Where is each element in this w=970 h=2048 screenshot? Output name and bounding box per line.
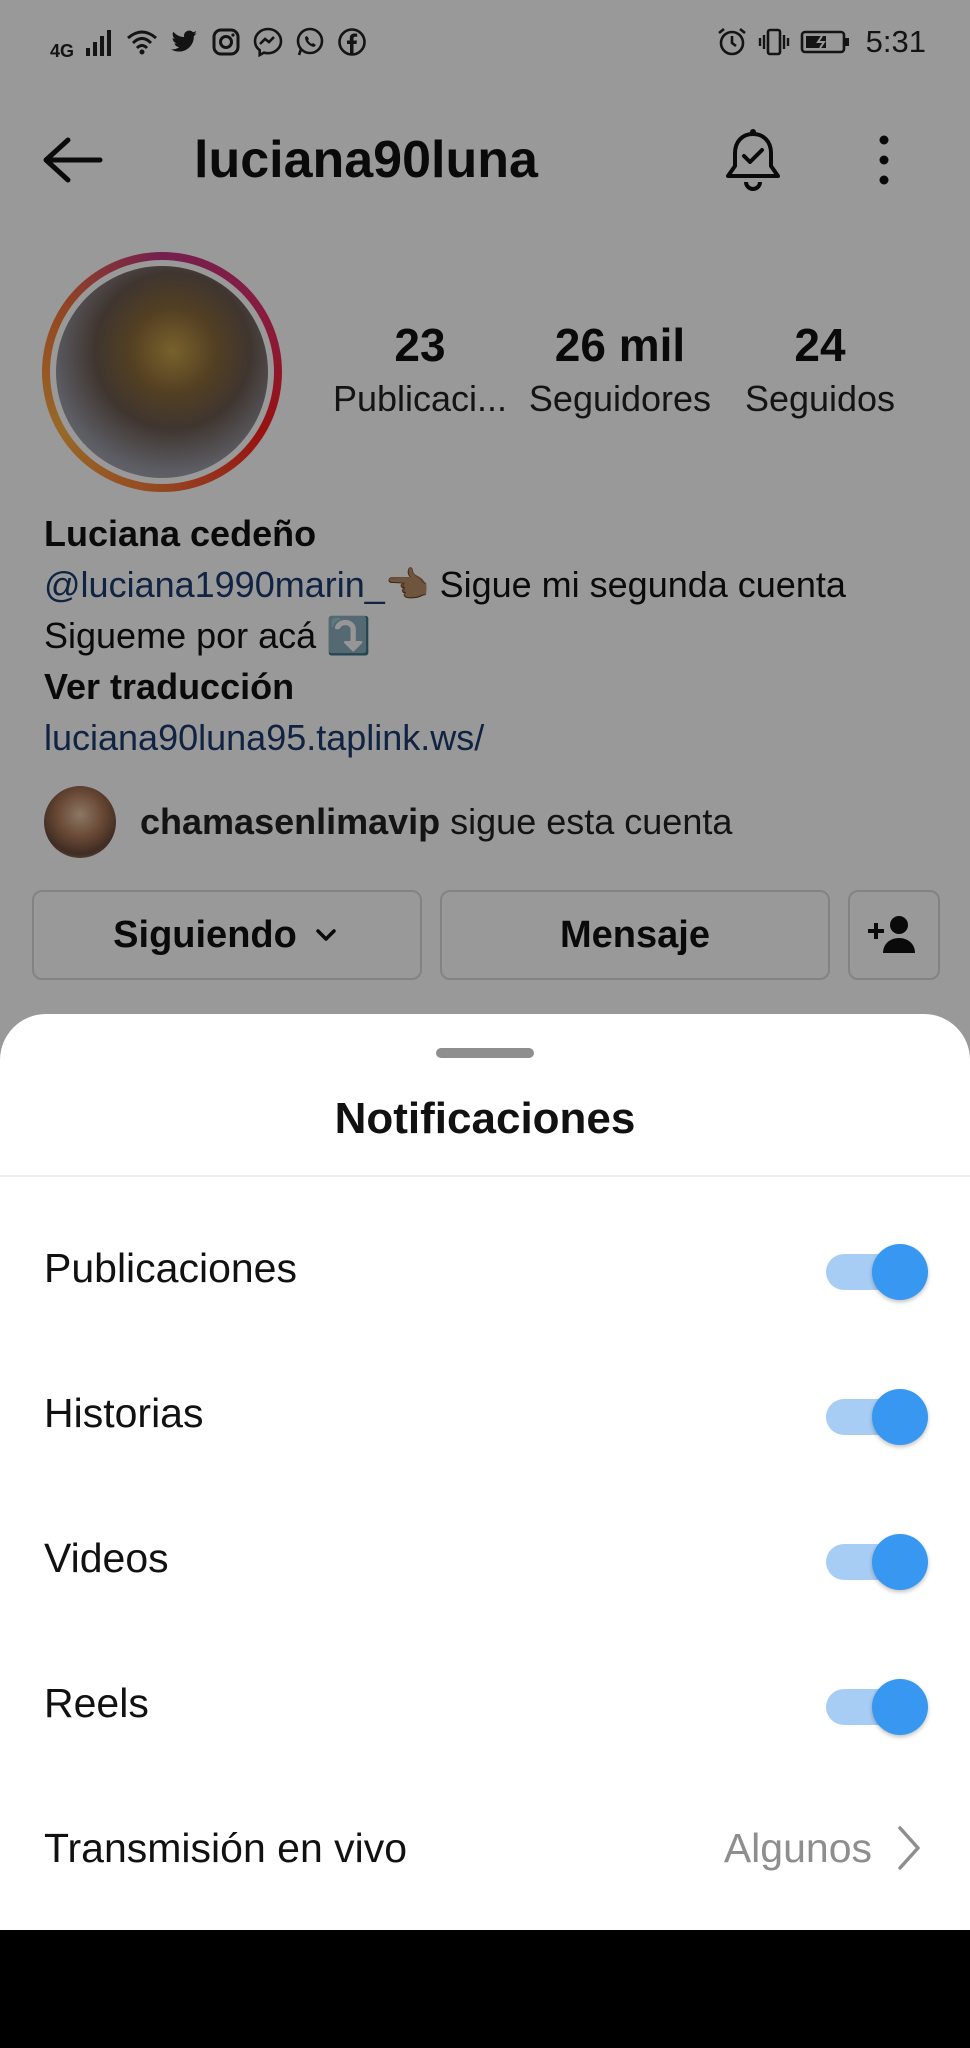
row-label: Historias — [44, 1389, 204, 1436]
sheet-title: Notificaciones — [334, 1094, 636, 1143]
stories-toggle[interactable] — [826, 1383, 928, 1445]
row-label: Videos — [44, 1534, 169, 1581]
sheet-drag-handle[interactable] — [436, 1048, 534, 1058]
reels-toggle[interactable] — [826, 1673, 928, 1735]
live-value-label: Algunos — [723, 1824, 872, 1871]
live-setting-value: Algunos — [724, 1822, 926, 1874]
notification-row-posts[interactable]: Publicaciones — [0, 1208, 970, 1328]
notification-row-live[interactable]: Transmisión en vivo Algunos — [0, 1788, 970, 1908]
divider — [0, 1175, 970, 1177]
row-label: Transmisión en vivo — [44, 1824, 408, 1871]
posts-toggle[interactable] — [826, 1238, 928, 1300]
chevron-right-icon — [898, 1826, 920, 1870]
videos-toggle[interactable] — [826, 1528, 928, 1590]
notification-row-stories[interactable]: Historias — [0, 1353, 970, 1473]
notification-row-videos[interactable]: Videos — [0, 1498, 970, 1618]
row-label: Reels — [44, 1679, 149, 1726]
screen: 4G 5:31 luciana90luna 23 Publicaci... 26… — [0, 0, 970, 2048]
system-nav-bar — [0, 1930, 970, 2048]
notifications-sheet: Notificaciones Publicaciones Historias V… — [0, 1014, 970, 1930]
row-label: Publicaciones — [44, 1244, 297, 1291]
notification-row-reels[interactable]: Reels — [0, 1643, 970, 1763]
